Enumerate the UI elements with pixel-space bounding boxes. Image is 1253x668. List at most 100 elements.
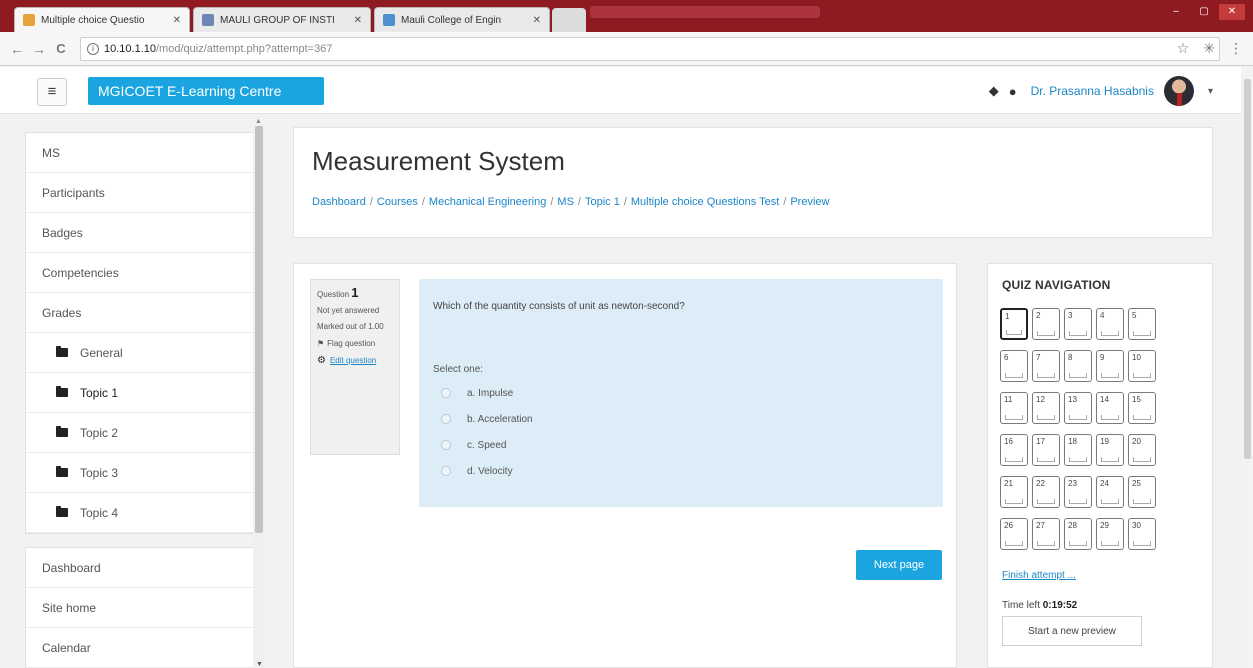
quiz-nav-question-button[interactable]: 14 bbox=[1096, 392, 1124, 424]
address-bar[interactable]: i 10.10.1.10 /mod/quiz/attempt.php?attem… bbox=[80, 36, 1220, 61]
quiz-nav-question-button[interactable]: 8 bbox=[1064, 350, 1092, 382]
minimize-icon[interactable]: – bbox=[1163, 4, 1189, 20]
user-name-link[interactable]: Dr. Prasanna Hasabnis bbox=[1031, 84, 1154, 98]
avatar[interactable] bbox=[1163, 76, 1194, 106]
start-new-preview-button[interactable]: Start a new preview bbox=[1002, 616, 1142, 646]
window-close-icon[interactable]: ✕ bbox=[1219, 4, 1245, 20]
breadcrumb-courses[interactable]: Courses bbox=[377, 196, 418, 208]
browser-tab-mauli-group[interactable]: MAULI GROUP OF INSTI ✕ bbox=[193, 7, 371, 32]
close-icon[interactable]: ✕ bbox=[533, 15, 541, 26]
drawer-item-badges[interactable]: Badges bbox=[26, 213, 260, 253]
drawer-item-general[interactable]: General bbox=[26, 333, 260, 373]
quiz-nav-question-button[interactable]: 30 bbox=[1128, 518, 1156, 550]
drawer-item-grades[interactable]: Grades bbox=[26, 293, 260, 333]
breadcrumb-quiz[interactable]: Multiple choice Questions Test bbox=[631, 196, 779, 208]
reload-icon[interactable]: C bbox=[52, 41, 70, 56]
quiz-nav-question-button[interactable]: 5 bbox=[1128, 308, 1156, 340]
drawer-scrollbar[interactable]: ▲ ▼ bbox=[253, 118, 265, 668]
new-tab-button[interactable] bbox=[552, 8, 586, 32]
quiz-nav-question-button[interactable]: 21 bbox=[1000, 476, 1028, 508]
breadcrumb-mechanical-engineering[interactable]: Mechanical Engineering bbox=[429, 196, 546, 208]
quiz-nav-question-button[interactable]: 17 bbox=[1032, 434, 1060, 466]
radio-button[interactable] bbox=[441, 466, 451, 476]
finish-attempt-link[interactable]: Finish attempt ... bbox=[1002, 570, 1076, 581]
quiz-nav-question-button[interactable]: 24 bbox=[1096, 476, 1124, 508]
scroll-down-icon[interactable]: ▼ bbox=[256, 661, 263, 668]
info-icon[interactable]: i bbox=[87, 42, 99, 55]
forward-icon[interactable]: → bbox=[30, 41, 48, 57]
back-icon[interactable]: ← bbox=[8, 41, 26, 57]
answer-option-d[interactable]: d. Velocity bbox=[433, 458, 929, 484]
drawer-item-ms[interactable]: MS bbox=[26, 133, 260, 173]
bookmark-star-icon[interactable]: ☆ bbox=[1177, 40, 1190, 57]
quiz-nav-question-button[interactable]: 29 bbox=[1096, 518, 1124, 550]
quiz-nav-question-button[interactable]: 13 bbox=[1064, 392, 1092, 424]
next-page-button[interactable]: Next page bbox=[856, 550, 942, 580]
browser-tab-quiz[interactable]: Multiple choice Questio ✕ bbox=[14, 7, 190, 32]
quiz-nav-question-button[interactable]: 22 bbox=[1032, 476, 1060, 508]
scroll-up-icon[interactable]: ▲ bbox=[255, 118, 262, 125]
scrollbar-thumb[interactable] bbox=[1244, 79, 1251, 459]
gear-icon: ⚙ bbox=[317, 355, 326, 366]
drawer-item-dashboard[interactable]: Dashboard bbox=[26, 548, 260, 588]
browser-menu-icon[interactable]: ⋮ bbox=[1229, 40, 1243, 57]
quiz-nav-question-button[interactable]: 26 bbox=[1000, 518, 1028, 550]
breadcrumb-dashboard[interactable]: Dashboard bbox=[312, 196, 366, 208]
edit-question-label[interactable]: Edit question bbox=[330, 355, 376, 366]
quiz-nav-question-button[interactable]: 12 bbox=[1032, 392, 1060, 424]
site-brand-link[interactable]: MGICOET E-Learning Centre bbox=[88, 77, 324, 105]
quiz-nav-question-button[interactable]: 9 bbox=[1096, 350, 1124, 382]
answer-option-a[interactable]: a. Impulse bbox=[433, 380, 929, 406]
close-icon[interactable]: ✕ bbox=[354, 15, 362, 26]
drawer-item-topic-2[interactable]: Topic 2 bbox=[26, 413, 260, 453]
extension-icon[interactable]: ✳ bbox=[1203, 40, 1215, 57]
close-icon[interactable]: ✕ bbox=[173, 15, 181, 26]
browser-tab-mauli-college[interactable]: Mauli College of Engin ✕ bbox=[374, 7, 550, 32]
flag-question-toggle[interactable]: ⚑ Flag question bbox=[317, 338, 393, 349]
quiz-nav-question-button[interactable]: 18 bbox=[1064, 434, 1092, 466]
quiz-nav-question-button[interactable]: 27 bbox=[1032, 518, 1060, 550]
radio-button[interactable] bbox=[441, 388, 451, 398]
breadcrumb-topic-1[interactable]: Topic 1 bbox=[585, 196, 620, 208]
page: ≡ MGICOET E-Learning Centre ◆ ● Dr. Pras… bbox=[0, 67, 1253, 668]
quiz-nav-question-button[interactable]: 19 bbox=[1096, 434, 1124, 466]
quiz-nav-question-button[interactable]: 28 bbox=[1064, 518, 1092, 550]
breadcrumb-separator: / bbox=[623, 196, 627, 208]
radio-button[interactable] bbox=[441, 440, 451, 450]
quiz-nav-question-button[interactable]: 10 bbox=[1128, 350, 1156, 382]
edit-question-link[interactable]: ⚙ Edit question bbox=[317, 355, 393, 366]
drawer-item-topic-3[interactable]: Topic 3 bbox=[26, 453, 260, 493]
answer-option-b[interactable]: b. Acceleration bbox=[433, 406, 929, 432]
quiz-nav-question-button[interactable]: 25 bbox=[1128, 476, 1156, 508]
quiz-nav-question-button[interactable]: 1 bbox=[1000, 308, 1028, 340]
drawer-item-site-home[interactable]: Site home bbox=[26, 588, 260, 628]
drawer-item-topic-4[interactable]: Topic 4 bbox=[26, 493, 260, 533]
quiz-nav-question-button[interactable]: 20 bbox=[1128, 434, 1156, 466]
drawer-toggle-icon[interactable]: ≡ bbox=[37, 78, 67, 106]
drawer-item-calendar[interactable]: Calendar bbox=[26, 628, 260, 668]
answer-option-c[interactable]: c. Speed bbox=[433, 432, 929, 458]
drawer-item-topic-1[interactable]: Topic 1 bbox=[26, 373, 260, 413]
breadcrumb-ms[interactable]: MS bbox=[557, 196, 574, 208]
quiz-nav-question-button[interactable]: 15 bbox=[1128, 392, 1156, 424]
quiz-nav-question-button[interactable]: 11 bbox=[1000, 392, 1028, 424]
quiz-nav-question-button[interactable]: 2 bbox=[1032, 308, 1060, 340]
quiz-nav-question-button[interactable]: 6 bbox=[1000, 350, 1028, 382]
quiz-nav-question-button[interactable]: 7 bbox=[1032, 350, 1060, 382]
quiz-nav-question-button[interactable]: 3 bbox=[1064, 308, 1092, 340]
chevron-down-icon[interactable]: ▾ bbox=[1208, 86, 1213, 97]
scrollbar-thumb[interactable] bbox=[255, 126, 263, 533]
drawer-item-participants[interactable]: Participants bbox=[26, 173, 260, 213]
radio-button[interactable] bbox=[441, 414, 451, 424]
maximize-icon[interactable]: ▢ bbox=[1191, 4, 1217, 20]
drawer-item-competencies[interactable]: Competencies bbox=[26, 253, 260, 293]
breadcrumb-preview[interactable]: Preview bbox=[790, 196, 829, 208]
quiz-nav-question-button[interactable]: 4 bbox=[1096, 308, 1124, 340]
page-scrollbar[interactable] bbox=[1241, 67, 1253, 668]
breadcrumb-separator: / bbox=[421, 196, 425, 208]
quiz-nav-question-button[interactable]: 23 bbox=[1064, 476, 1092, 508]
notification-bell-icon[interactable]: ◆ bbox=[989, 83, 999, 99]
tab-label: MAULI GROUP OF INSTI bbox=[220, 14, 335, 26]
messages-icon[interactable]: ● bbox=[1009, 84, 1017, 99]
quiz-nav-question-button[interactable]: 16 bbox=[1000, 434, 1028, 466]
